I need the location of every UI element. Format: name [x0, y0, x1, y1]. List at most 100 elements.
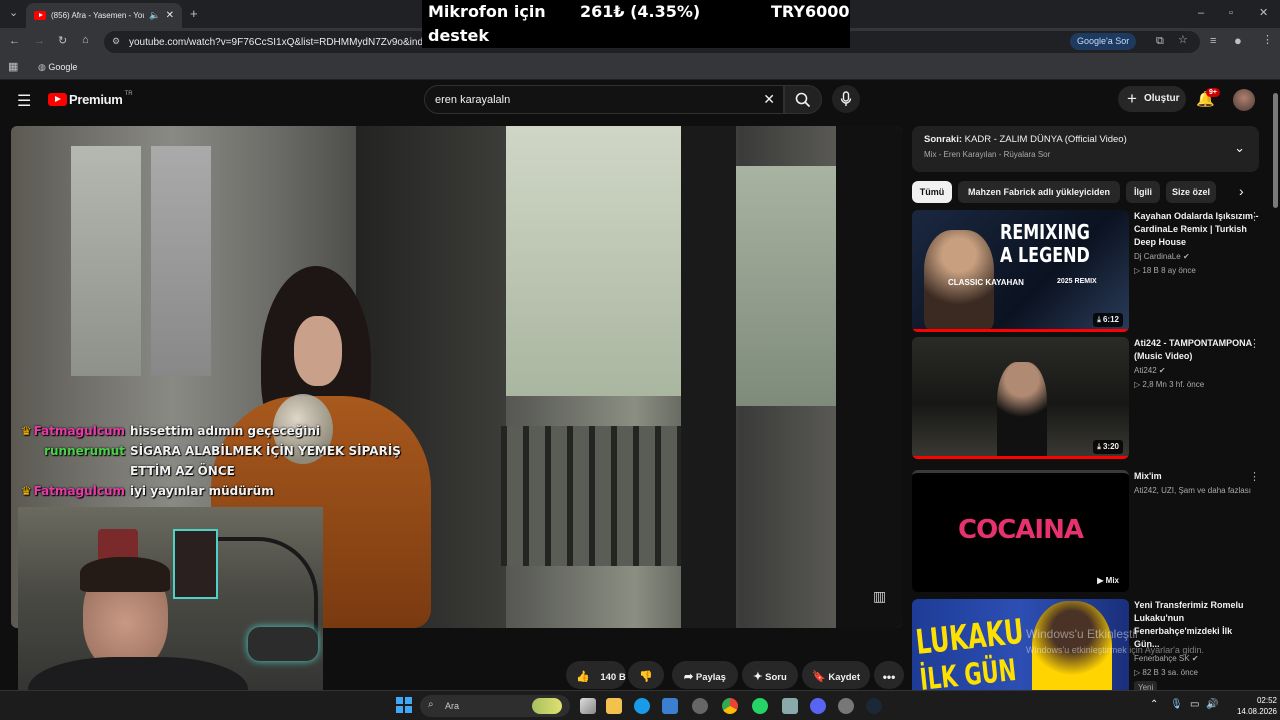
chip-related[interactable]: İlgili: [1126, 181, 1160, 203]
bookmark-star-icon[interactable]: ☆: [1178, 35, 1188, 46]
avatar[interactable]: [1233, 89, 1255, 111]
google-ask-button[interactable]: Google'a Sor: [1070, 33, 1137, 50]
task-view-icon[interactable]: [580, 698, 596, 714]
install-icon[interactable]: ⧉: [1156, 36, 1164, 47]
share-label: Paylaş: [695, 672, 726, 683]
video-thumbnail[interactable]: ⤓ 3:20: [912, 337, 1129, 459]
start-icon[interactable]: [396, 697, 412, 713]
whatsapp-icon[interactable]: [752, 698, 768, 714]
window-close-icon[interactable]: ✕: [1259, 8, 1268, 19]
stream-chat-overlay: ♛ Fatmagulcum hissettim adımın geçeceğini…: [10, 421, 410, 501]
dislike-button[interactable]: 👎: [628, 661, 664, 689]
profile-icon[interactable]: ●: [1234, 34, 1242, 47]
site-info-icon[interactable]: ⚙: [112, 36, 120, 47]
clear-search-icon[interactable]: ✕: [763, 91, 775, 108]
save-button[interactable]: 🔖 Kaydet: [802, 661, 870, 689]
list-item[interactable]: ⤓ 3:20 Ati242 - TAMPONTAMPONA (Music Vid…: [912, 337, 1262, 459]
home-icon[interactable]: ⌂: [82, 35, 89, 46]
browser-tab[interactable]: (856) Afra - Yasemen - YouTube 🔈 ✕: [26, 3, 182, 28]
list-item[interactable]: REMIXING A LEGEND CLASSIC KAYAHAN 2025 R…: [912, 210, 1262, 332]
volume-icon[interactable]: 🔊: [1206, 699, 1218, 710]
share-button[interactable]: ➦ Paylaş: [672, 661, 738, 689]
donation-target: TRY6000: [771, 2, 850, 21]
system-clock[interactable]: 02:52 14.08.2026: [1222, 695, 1277, 717]
windows-activation-watermark: Windows'u Etkinleştir Windows'u etkinleş…: [1026, 626, 1204, 658]
chip-for-you[interactable]: Size özel: [1166, 181, 1216, 203]
tray-mic-icon[interactable]: 🎙: [1170, 699, 1183, 710]
crown-icon: ♛: [20, 484, 32, 498]
search-button[interactable]: [784, 85, 822, 114]
up-next-panel[interactable]: Sonraki: KADR - ZALIM DÜNYA (Official Vi…: [912, 126, 1259, 172]
mute-icon[interactable]: 🔈: [149, 10, 160, 21]
video-stats: 82 B 3 sa. önce: [1142, 668, 1198, 677]
scrollbar-thumb[interactable]: [1273, 93, 1278, 208]
more-options-icon[interactable]: ⋮: [1249, 337, 1260, 350]
windows-taskbar: ⌕ Ara ⌃ 🎙 ▭ 🔊 02:52 14.08.2026: [0, 690, 1280, 720]
donation-amount: 261₺ (4.35%): [580, 2, 701, 21]
reading-list-icon[interactable]: ≡: [1210, 36, 1216, 47]
list-item[interactable]: COCAINA ▶ Mix Mix'im Ati242, UZI, Şam ve…: [912, 470, 1262, 592]
menu-icon[interactable]: ⋮: [1262, 35, 1273, 46]
chevron-down-icon[interactable]: ⌄: [1234, 140, 1245, 156]
up-next-title: KADR - ZALIM DÜNYA (Official Video): [964, 134, 1127, 145]
back-icon[interactable]: ←: [9, 36, 20, 47]
maximize-icon[interactable]: ▫: [1229, 8, 1233, 19]
edge-icon[interactable]: [634, 698, 650, 714]
new-tab-icon[interactable]: +: [190, 7, 198, 20]
watermark-line-1: Windows'u Etkinleştir: [1026, 627, 1139, 641]
app-icon[interactable]: [782, 698, 798, 714]
settings-icon[interactable]: [838, 698, 854, 714]
like-button[interactable]: 👍 140 B: [566, 661, 626, 689]
verified-icon: ✔: [1182, 252, 1190, 261]
video-watermark-icon: ▥: [873, 588, 887, 604]
apps-icon[interactable]: ▦: [8, 62, 18, 73]
thumbnail-person: [997, 362, 1047, 459]
thumbs-down-icon: 👎: [639, 671, 653, 683]
new-badge: Yeni: [1134, 681, 1158, 690]
thumb-line-1: COCAINA: [958, 515, 1084, 545]
shorts-icon: ⤓: [1097, 315, 1101, 324]
tab-close-icon[interactable]: ✕: [166, 10, 174, 21]
network-icon[interactable]: ▭: [1190, 699, 1199, 710]
video-thumbnail[interactable]: REMIXING A LEGEND CLASSIC KAYAHAN 2025 R…: [912, 210, 1129, 332]
reload-icon[interactable]: ↻: [58, 36, 67, 47]
hamburger-menu-icon[interactable]: ☰: [17, 91, 31, 111]
bookmark-google[interactable]: ◍ Google: [38, 62, 77, 73]
jersey-framed: [173, 529, 218, 599]
page-scrollbar[interactable]: [1271, 81, 1280, 690]
search-query: eren karayalaln: [435, 94, 511, 106]
taskbar-search[interactable]: ⌕ Ara: [420, 695, 570, 717]
store-icon[interactable]: [662, 698, 678, 714]
chip-all[interactable]: Tümü: [912, 181, 952, 203]
forward-icon[interactable]: →: [34, 36, 45, 47]
chevron-right-icon[interactable]: ›: [1239, 183, 1244, 199]
video-thumbnail[interactable]: COCAINA ▶ Mix: [912, 470, 1129, 592]
steam-icon[interactable]: [866, 698, 882, 714]
ask-button[interactable]: ✦ Soru: [742, 661, 798, 689]
more-actions-button[interactable]: •••: [874, 661, 904, 689]
mix-badge: ▶ Mix: [1093, 574, 1123, 587]
search-input[interactable]: eren karayalaln ✕: [424, 85, 784, 114]
more-options-icon[interactable]: ⋮: [1249, 210, 1260, 223]
search-icon: [795, 92, 811, 108]
up-next-label: Sonraki:: [924, 134, 963, 145]
minimize-icon[interactable]: –: [1198, 8, 1204, 19]
donation-text: Mikrofon için: [428, 2, 546, 21]
tab-list-icon[interactable]: ⌄: [9, 8, 18, 19]
more-options-icon[interactable]: ⋮: [1249, 470, 1260, 483]
create-button[interactable]: + Oluştur: [1118, 86, 1186, 112]
steelseries-icon[interactable]: [692, 698, 708, 714]
chat-username: runnerumut: [44, 444, 125, 458]
streamer-webcam: [18, 507, 323, 720]
notifications-button[interactable]: 🔔 9+: [1196, 88, 1220, 110]
chat-username: Fatmagulcum: [33, 484, 125, 498]
ask-label: Soru: [765, 672, 787, 683]
youtube-logo[interactable]: Premium TR: [48, 91, 133, 107]
share-icon: ➦: [684, 671, 694, 683]
chip-uploader[interactable]: Mahzen Fabrick adlı yükleyiciden: [958, 181, 1120, 203]
tray-chevron-icon[interactable]: ⌃: [1150, 699, 1158, 710]
chrome-icon[interactable]: [722, 698, 738, 714]
discord-icon[interactable]: [810, 698, 826, 714]
file-explorer-icon[interactable]: [606, 698, 622, 714]
voice-search-button[interactable]: [832, 85, 860, 113]
